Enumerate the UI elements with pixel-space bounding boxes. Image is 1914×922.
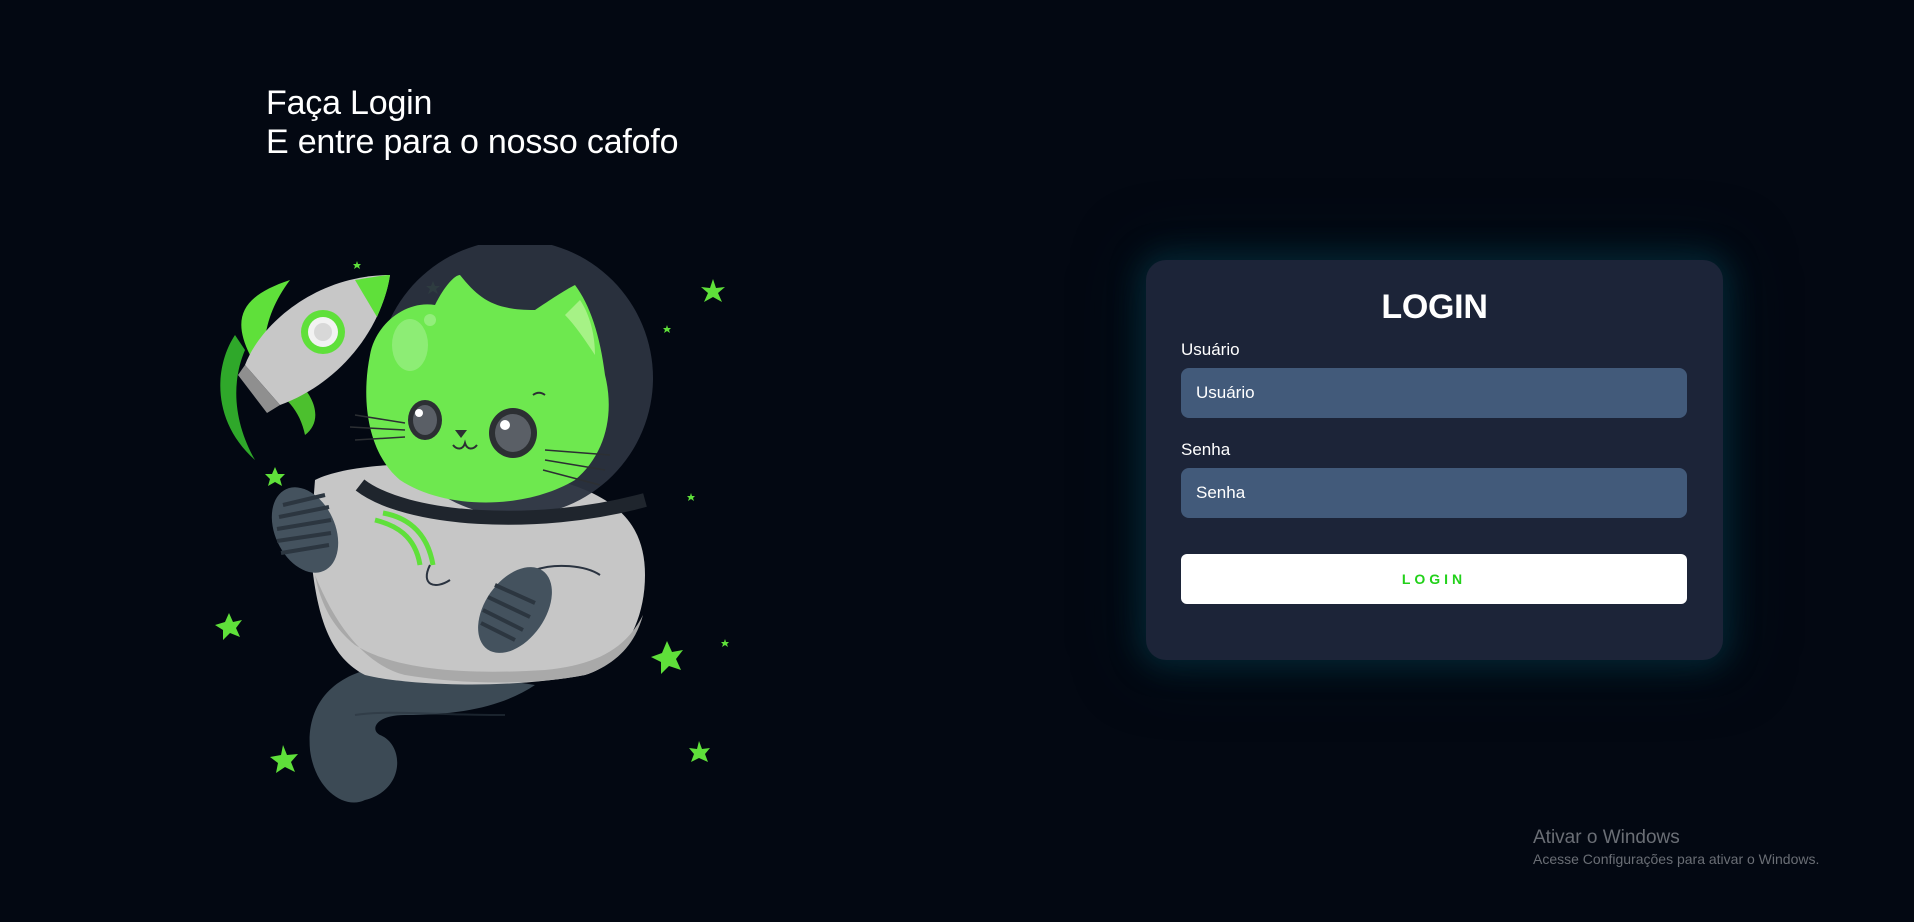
cat-tail xyxy=(309,665,535,803)
username-input[interactable] xyxy=(1181,368,1687,418)
astronaut-cat-illustration xyxy=(215,245,729,803)
password-label: Senha xyxy=(1181,440,1231,459)
star-icon xyxy=(687,493,695,501)
star-icon xyxy=(270,745,298,773)
username-label: Usuário xyxy=(1181,340,1240,359)
star-icon xyxy=(265,467,285,486)
heading-line-2: E entre para o nosso cafofo xyxy=(266,123,679,161)
star-icon xyxy=(689,741,710,762)
login-button[interactable]: LOGIN xyxy=(1181,554,1687,604)
rocket-icon xyxy=(220,275,390,460)
watermark-title: Ativar o Windows xyxy=(1533,827,1680,848)
heading-line-1: Faça Login xyxy=(266,84,433,122)
login-card: LOGIN Usuário Senha LOGIN xyxy=(1146,260,1723,660)
star-icon xyxy=(701,279,725,302)
star-icon xyxy=(215,613,242,640)
star-icon xyxy=(651,641,683,674)
login-title: LOGIN xyxy=(1381,288,1488,326)
windows-activation-watermark: Ativar o Windows Acesse Configurações pa… xyxy=(1533,826,1819,868)
password-input[interactable] xyxy=(1181,468,1687,518)
star-icon xyxy=(353,261,361,269)
page-heading: Faça Login E entre para o nosso cafofo xyxy=(266,84,679,162)
watermark-subtitle: Acesse Configurações para ativar o Windo… xyxy=(1533,851,1820,867)
star-icon xyxy=(721,639,729,647)
login-page: Faça Login E entre para o nosso cafofo L… xyxy=(0,0,1914,922)
cat-head xyxy=(349,275,611,503)
star-icon xyxy=(663,325,671,333)
